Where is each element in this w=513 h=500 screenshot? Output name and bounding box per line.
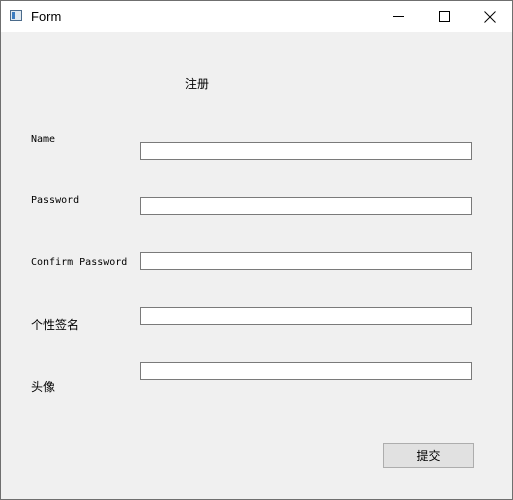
minimize-button[interactable]: [375, 1, 421, 32]
close-icon: [484, 10, 496, 23]
window-title: Form: [31, 9, 62, 24]
signature-label: 个性签名: [31, 318, 80, 332]
app-form-icon: [10, 10, 22, 21]
name-label: Name: [31, 134, 56, 145]
maximize-button[interactable]: [421, 1, 467, 32]
close-button[interactable]: [467, 1, 513, 32]
password-label: Password: [31, 195, 80, 206]
signature-field[interactable]: [140, 307, 472, 325]
name-field[interactable]: [140, 142, 472, 160]
confirm-password-field[interactable]: [140, 252, 472, 270]
form-heading: 注册: [185, 77, 210, 91]
avatar-label: 头像: [31, 380, 56, 394]
form-window: Form 注册 Name Password Confirm Password 个…: [0, 0, 513, 500]
confirm-password-label: Confirm Password: [31, 257, 128, 268]
title-bar[interactable]: Form: [1, 1, 512, 32]
avatar-field[interactable]: [140, 362, 472, 380]
submit-button[interactable]: 提交: [383, 443, 474, 468]
maximize-icon: [438, 11, 450, 22]
minimize-icon: [392, 16, 404, 17]
password-field[interactable]: [140, 197, 472, 215]
